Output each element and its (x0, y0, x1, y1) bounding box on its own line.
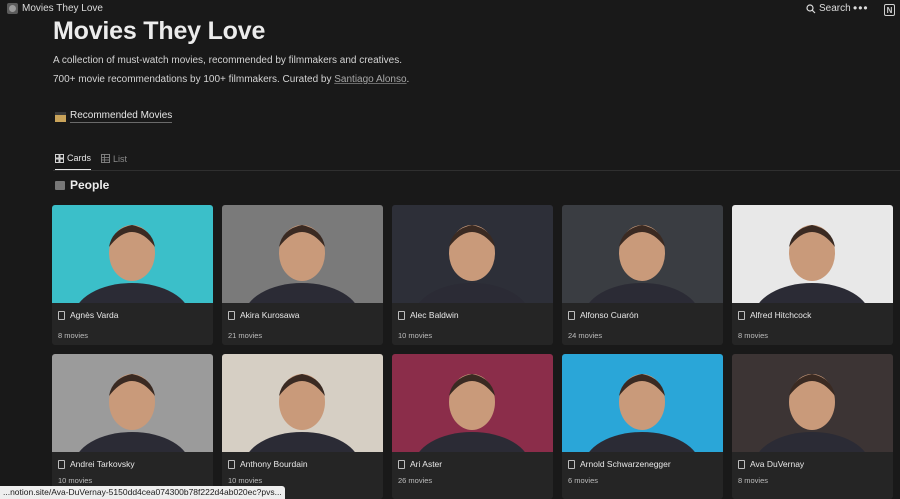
page-doc-icon (568, 310, 575, 320)
page-doc-icon (58, 459, 65, 469)
person-card[interactable]: Anthony Bourdain 10 movies (222, 354, 383, 499)
page-doc-icon (568, 459, 575, 469)
person-name-label: Ava DuVernay (750, 459, 805, 469)
person-name: Alfred Hitchcock (738, 310, 811, 320)
page-doc-icon (738, 310, 745, 320)
person-name: Alfonso Cuarón (568, 310, 639, 320)
page-description: A collection of must-watch movies, recom… (53, 55, 403, 66)
person-photo (222, 205, 383, 303)
tab-cards-label: Cards (67, 153, 92, 163)
page-doc-icon (228, 459, 235, 469)
breadcrumb[interactable]: Movies They Love (7, 3, 103, 14)
search-button[interactable]: Search (806, 3, 851, 14)
person-name: Ava DuVernay (738, 459, 804, 469)
person-name: Agnès Varda (58, 310, 119, 320)
person-name-label: Ari Aster (410, 459, 443, 469)
person-card[interactable]: Ari Aster 26 movies (392, 354, 553, 499)
tab-list-label: List (113, 153, 128, 164)
movie-count: 10 movies (228, 476, 263, 485)
person-card[interactable]: Alec Baldwin 10 movies (392, 205, 553, 345)
person-card[interactable]: Andrei Tarkovsky 10 movies (52, 354, 213, 499)
person-name: Ari Aster (398, 459, 442, 469)
person-photo (52, 354, 213, 452)
page-doc-icon (58, 310, 65, 320)
tab-cards[interactable]: Cards (55, 153, 92, 170)
person-name: Alec Baldwin (398, 310, 459, 320)
search-label: Search (819, 3, 851, 14)
person-photo (732, 354, 893, 452)
page-doc-icon (398, 459, 405, 469)
notion-logo-icon[interactable]: N (884, 4, 895, 16)
person-photo (392, 205, 553, 303)
status-bar-url: ...notion.site/Ava-DuVernay-5150dd4cea07… (0, 486, 285, 499)
movie-count: 10 movies (58, 476, 93, 485)
description-prefix: 700+ movie recommendations by 100+ filmm… (53, 74, 335, 85)
movie-count: 24 movies (568, 331, 603, 340)
breadcrumb-label: Movies They Love (22, 3, 103, 14)
movie-count: 8 movies (738, 331, 769, 340)
more-options-button[interactable]: ••• (853, 1, 869, 15)
section-heading-people: People (55, 178, 109, 192)
person-card[interactable]: Ava DuVernay 8 movies (732, 354, 893, 499)
movie-count: 26 movies (398, 476, 433, 485)
person-photo (222, 354, 383, 452)
person-card[interactable]: Alfonso Cuarón 24 movies (562, 205, 723, 345)
person-photo (562, 205, 723, 303)
tab-list[interactable]: List (101, 153, 127, 170)
recommended-movies-label: Recommended Movies (70, 110, 173, 123)
page-doc-icon (738, 459, 745, 469)
person-name-label: Akira Kurosawa (240, 310, 300, 320)
table-icon (101, 154, 110, 163)
page-icon (7, 3, 18, 14)
person-name: Andrei Tarkovsky (58, 459, 135, 469)
movie-count: 21 movies (228, 331, 263, 340)
movie-count: 8 movies (58, 331, 89, 340)
curator-link[interactable]: Santiago Alonso (334, 74, 406, 85)
page-doc-icon (398, 310, 405, 320)
person-name: Anthony Bourdain (228, 459, 308, 469)
person-photo (52, 205, 213, 303)
movie-count: 10 movies (398, 331, 433, 340)
person-photo (562, 354, 723, 452)
person-card[interactable]: Arnold Schwarzenegger 6 movies (562, 354, 723, 499)
person-card[interactable]: Agnès Varda 8 movies (52, 205, 213, 345)
person-name: Akira Kurosawa (228, 310, 300, 320)
person-card[interactable]: Akira Kurosawa 21 movies (222, 205, 383, 345)
person-name-label: Alfred Hitchcock (750, 310, 812, 320)
grid-icon (55, 153, 64, 163)
movie-count: 6 movies (568, 476, 599, 485)
person-photo (732, 205, 893, 303)
person-name-label: Alfonso Cuarón (580, 310, 639, 320)
page-doc-icon (228, 310, 235, 320)
person-name-label: Andrei Tarkovsky (70, 459, 135, 469)
person-name-label: Anthony Bourdain (240, 459, 308, 469)
person-name-label: Agnès Varda (70, 310, 119, 320)
person-name: Arnold Schwarzenegger (568, 459, 671, 469)
description-suffix: . (406, 74, 410, 85)
person-name-label: Arnold Schwarzenegger (580, 459, 671, 469)
search-icon (806, 3, 816, 13)
page-description-curator: 700+ movie recommendations by 100+ filmm… (53, 74, 409, 85)
person-card[interactable]: Alfred Hitchcock 8 movies (732, 205, 893, 345)
recommended-movies-link[interactable]: Recommended Movies (55, 110, 173, 123)
view-tabs: Cards List (55, 153, 127, 170)
person-photo (392, 354, 553, 452)
clapperboard-icon (55, 111, 66, 122)
page-title: Movies They Love (53, 17, 266, 45)
movie-count: 8 movies (738, 476, 769, 485)
section-title: People (70, 178, 110, 192)
clapper-icon (55, 180, 65, 190)
person-name-label: Alec Baldwin (410, 310, 459, 320)
tabs-divider (53, 170, 900, 171)
